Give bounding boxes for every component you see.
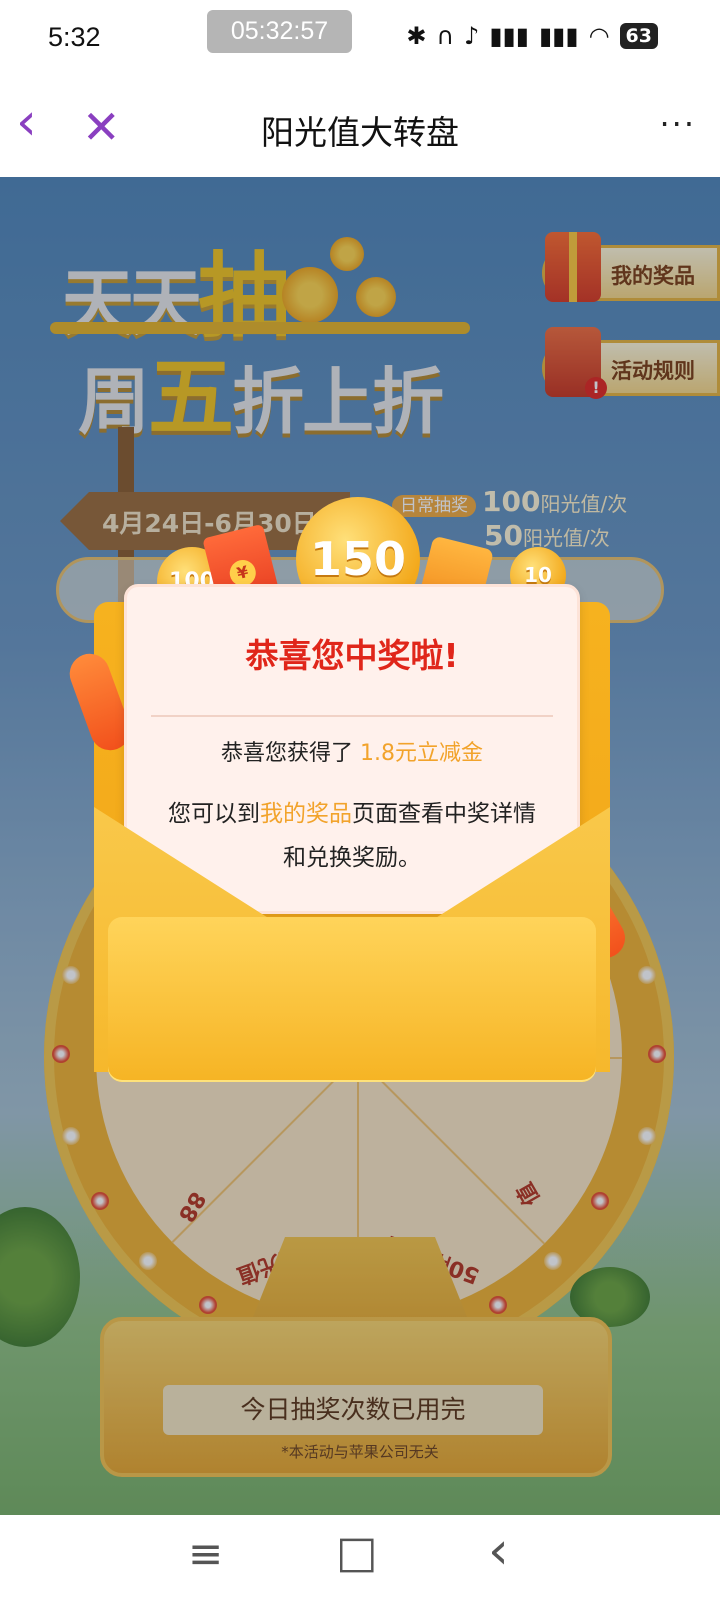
instruction-prefix: 您可以到 bbox=[168, 801, 260, 827]
battery-icon: 63 bbox=[619, 23, 658, 49]
mute-icon: ♪ bbox=[464, 22, 480, 50]
nav-bar: ≡ □ ‹ bbox=[0, 1515, 720, 1600]
title-bar: ‹ ✕ 阳光值大转盘 ··· bbox=[0, 82, 720, 177]
popup-instruction: 您可以到我的奖品页面查看中奖详情和兑换奖励。 bbox=[157, 792, 547, 880]
wifi-icon: ◠ bbox=[588, 22, 610, 50]
home-icon[interactable]: □ bbox=[336, 1527, 378, 1578]
status-time: 5:32 bbox=[48, 22, 101, 52]
popup-prize-line: 恭喜您获得了 1.8元立减金 bbox=[127, 735, 577, 767]
recording-timer: 05:32:57 bbox=[207, 10, 352, 53]
page-title: 阳光值大转盘 bbox=[261, 113, 459, 152]
menu-icon[interactable]: ≡ bbox=[188, 1529, 223, 1578]
prize-popup: 100 150 10 恭喜您中奖啦! 恭喜您获得了 1.8元立减金 您可以到我的… bbox=[64, 497, 633, 1112]
bluetooth-icon: ✱ bbox=[406, 22, 427, 50]
status-bar: 5:32 05:32:57 ✱ ∩ ♪ ▮▮▮ ▮▮▮ ◠ 63 bbox=[0, 0, 720, 82]
activity-page: 天天抽 周五折上折 我的奖品 活动规则 4月24日-6月30日 日常抽奖100阳… bbox=[0, 177, 720, 1515]
nav-back-icon[interactable]: ‹ bbox=[488, 1521, 509, 1581]
prize-card: 恭喜您中奖啦! 恭喜您获得了 1.8元立减金 您可以到我的奖品页面查看中奖详情和… bbox=[124, 584, 580, 914]
prize-prefix: 恭喜您获得了 bbox=[220, 741, 353, 766]
popup-title: 恭喜您中奖啦! bbox=[245, 636, 459, 675]
more-options-icon[interactable]: ··· bbox=[659, 108, 696, 140]
my-prizes-link[interactable]: 我的奖品 bbox=[260, 801, 352, 827]
headphones-icon: ∩ bbox=[436, 22, 455, 50]
prize-name: 1.8元立减金 bbox=[360, 741, 483, 766]
status-icons: ✱ ∩ ♪ ▮▮▮ ▮▮▮ ◠ 63 bbox=[406, 22, 658, 50]
signal-4g-icon-2: ▮▮▮ bbox=[538, 22, 579, 50]
envelope-front bbox=[108, 917, 596, 1082]
popup-divider bbox=[151, 715, 553, 717]
signal-4g-icon: ▮▮▮ bbox=[489, 22, 529, 50]
